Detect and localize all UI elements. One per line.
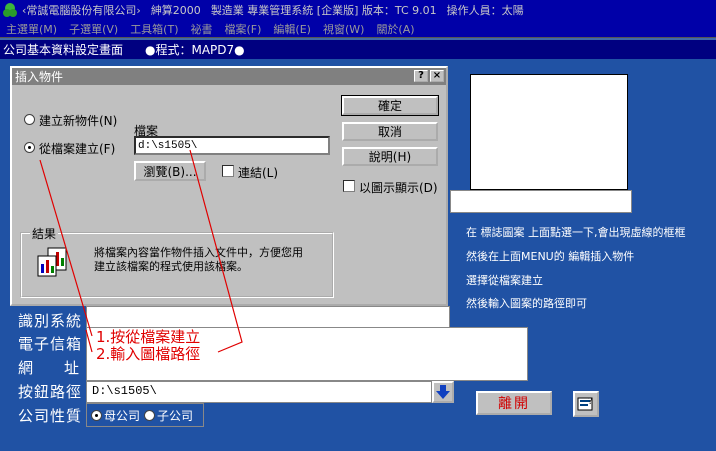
- menu-main[interactable]: 主選單(M): [6, 21, 57, 37]
- cancel-button[interactable]: 取消: [342, 122, 438, 141]
- label-company-type: 公司性質: [18, 407, 83, 425]
- help-line-4: 然後輸入圖案的路徑即可: [466, 297, 587, 310]
- radio-sub-label: 子公司: [157, 408, 194, 423]
- create-from-file-label: 從檔案建立(F): [39, 142, 116, 156]
- ok-button[interactable]: 確定: [341, 95, 439, 116]
- menu-sub[interactable]: 子選單(V): [69, 21, 118, 37]
- help-button[interactable]: ?: [573, 391, 599, 417]
- radio-parent-label: 母公司: [104, 408, 141, 423]
- company-name: ‹常誠電腦股份有限公司›: [22, 4, 141, 17]
- dialog-help-button[interactable]: ?: [414, 70, 428, 82]
- product-name: 紳算2000: [150, 4, 201, 17]
- browse-down-button[interactable]: [432, 381, 454, 403]
- result-text-line-2: 建立該檔案的程式使用該檔案。: [94, 260, 248, 273]
- show-as-icon-checkbox[interactable]: [343, 180, 355, 192]
- annotation-step-2: 2.輸入圖檔路徑: [96, 345, 201, 363]
- label-button-path: 按鈕路徑: [18, 383, 83, 401]
- label-website-a: 網: [18, 359, 35, 377]
- link-label: 連結(L): [238, 166, 279, 180]
- logo-image-box[interactable]: [470, 74, 628, 190]
- menu-window[interactable]: 視窗(W): [323, 21, 364, 37]
- svg-text:?: ?: [588, 397, 593, 407]
- leave-button[interactable]: 離開: [476, 391, 552, 415]
- result-label: 結果: [30, 225, 59, 242]
- show-as-icon-label: 以圖示顯示(D): [359, 181, 438, 195]
- system-version: 製造業 專業管理系統 [企業版] 版本：TC 9.01: [210, 4, 437, 17]
- help-line-3: 選擇從檔案建立: [466, 274, 543, 287]
- button-path-value: D:\s1505\: [92, 384, 157, 398]
- help-book-icon: ?: [577, 397, 593, 411]
- menu-file[interactable]: 檔案(F): [225, 21, 262, 37]
- app-title-bar: ‹常誠電腦股份有限公司› 紳算2000 製造業 專業管理系統 [企業版] 版本：…: [0, 0, 716, 20]
- dialog-help-text-button[interactable]: 說明(H): [342, 147, 438, 166]
- radio-create-from-file[interactable]: [24, 142, 35, 153]
- program-code: ●程式：MAPD7●: [145, 43, 245, 57]
- app-logo-icon: [3, 3, 17, 17]
- create-new-label: 建立新物件(N): [39, 114, 118, 128]
- label-email: 電子信箱: [18, 335, 83, 353]
- arrow-down-icon: [436, 385, 450, 399]
- browse-button[interactable]: 瀏覽(B)...: [134, 161, 206, 181]
- menu-toolbox[interactable]: 工具箱(T): [130, 21, 178, 37]
- radio-parent-company[interactable]: [91, 409, 102, 421]
- id-system-field[interactable]: [86, 306, 450, 328]
- dialog-close-button[interactable]: ×: [430, 70, 444, 82]
- form-title: 公司基本資料設定畫面: [3, 43, 124, 57]
- link-checkbox[interactable]: [222, 165, 234, 177]
- result-group: 將檔案內容當作物件插入文件中，方便您用 建立該檔案的程式使用該檔案。: [20, 232, 334, 298]
- radio-sub-company[interactable]: [144, 409, 156, 421]
- file-path-input[interactable]: d:\s1505\: [134, 136, 330, 155]
- dialog-title-bar: 插入物件 ? ×: [12, 68, 446, 85]
- label-id-system: 識別系統: [18, 312, 83, 330]
- insert-object-dialog: 插入物件 ? × 建立新物件(N) 從檔案建立(F) 檔案 d:\s1505\ …: [10, 66, 448, 306]
- menu-secretary[interactable]: 祕書: [191, 21, 213, 37]
- operator-label: 操作人員：太陽: [446, 4, 524, 17]
- form-title-bar: 公司基本資料設定畫面 ●程式：MAPD7●: [0, 40, 716, 59]
- help-line-2: 然後在上面MENU的 編輯插入物件: [466, 250, 635, 263]
- logo-caption-field[interactable]: [450, 190, 632, 213]
- dialog-title: 插入物件: [15, 70, 64, 84]
- label-website-b: 址: [64, 359, 81, 377]
- insert-file-icon: [37, 247, 67, 277]
- help-line-1: 在 標誌圖案 上面點選一下,會出現虛線的框框: [466, 226, 686, 239]
- radio-create-new[interactable]: [24, 114, 35, 125]
- menu-bar: 主選單(M) 子選單(V) 工具箱(T) 祕書 檔案(F) 編輯(E) 視窗(W…: [0, 20, 716, 38]
- company-type-group: 母公司 子公司: [86, 403, 204, 427]
- menu-edit[interactable]: 編輯(E): [273, 21, 311, 37]
- menu-about[interactable]: 關於(A): [376, 21, 414, 37]
